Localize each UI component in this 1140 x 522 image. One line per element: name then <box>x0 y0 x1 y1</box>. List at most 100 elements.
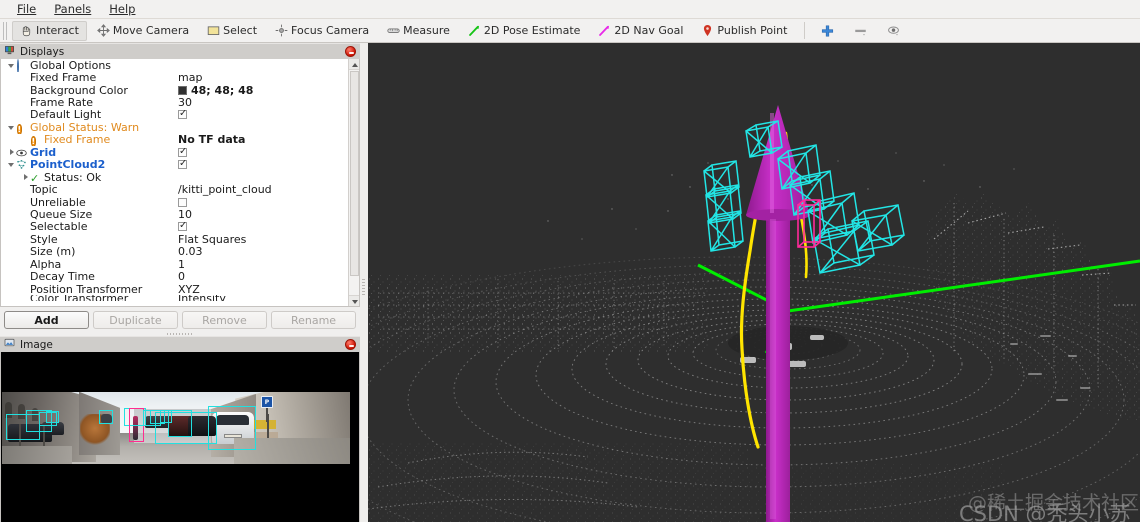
add-display-button[interactable]: Add <box>4 311 89 329</box>
display-row-value[interactable]: 0 <box>176 270 185 283</box>
chevron-down-icon[interactable] <box>7 123 16 132</box>
parking-sign-pole <box>266 408 268 422</box>
display-row[interactable]: Background Color 48; 48; 48 <box>1 84 348 97</box>
display-row-value[interactable]: Flat Squares <box>176 233 246 246</box>
checkbox-checked[interactable] <box>178 147 187 157</box>
display-row[interactable]: Topic/kitti_point_cloud <box>1 183 348 196</box>
display-row-value[interactable] <box>176 197 187 207</box>
display-row[interactable]: Grid <box>1 146 348 159</box>
value-text: No TF data <box>178 133 246 147</box>
checkbox-checked[interactable] <box>178 110 187 120</box>
tool-publish-point[interactable]: Publish Point <box>693 21 795 41</box>
menu-file-label: File <box>17 1 37 16</box>
display-row[interactable]: Size (m) 0.03 <box>1 245 348 258</box>
display-row-value[interactable]: XYZ <box>176 283 200 296</box>
image-close-icon[interactable] <box>345 339 356 350</box>
move-camera-icon <box>97 24 110 37</box>
toolbar-separator <box>804 22 806 39</box>
display-row[interactable]: Fixed Frame map <box>1 71 348 84</box>
detection-box <box>99 410 113 424</box>
display-row-label: Color Transformer <box>30 295 128 301</box>
scroll-down-icon[interactable] <box>349 295 359 306</box>
tool-select-label: Select <box>223 24 258 37</box>
menu-help[interactable]: Help <box>100 0 144 19</box>
displays-close-icon[interactable] <box>345 46 356 57</box>
pointcloud-icon <box>16 159 27 170</box>
remove-display-button[interactable]: Remove <box>182 311 267 329</box>
display-row[interactable]: Unreliable <box>1 196 348 209</box>
tool-move-camera[interactable]: Move Camera <box>89 21 197 41</box>
display-row[interactable]: ✓ Status: Ok <box>1 171 348 184</box>
displays-tree[interactable]: Global Options Fixed Frame map Background C… <box>1 59 348 306</box>
display-row[interactable]: Selectable <box>1 220 348 233</box>
color-swatch[interactable] <box>178 85 187 95</box>
chevron-right-icon[interactable] <box>21 173 30 182</box>
menu-help-label: Help <box>109 1 136 16</box>
3d-render-view[interactable]: @稀土掘金技术社区 CSDN @秃头小苏 <box>368 43 1140 522</box>
displays-tree-container[interactable]: Global Options Fixed Frame map Background C… <box>0 59 360 307</box>
tool-focus-camera-label: Focus Camera <box>291 24 370 37</box>
display-row-value[interactable]: 30 <box>176 96 192 109</box>
display-row-value[interactable]: 1 <box>176 258 185 271</box>
tool-select[interactable]: Select <box>199 21 265 41</box>
camera-scene: P <box>2 372 350 494</box>
display-row[interactable]: Alpha 1 <box>1 258 348 271</box>
value-text: 30 <box>178 96 192 110</box>
display-row-value[interactable] <box>176 110 187 120</box>
menu-panels[interactable]: Panels <box>45 0 100 19</box>
display-row-label: Decay Time <box>30 270 95 284</box>
display-row[interactable]: Queue Size 10 <box>1 208 348 221</box>
toolbar-drag-handle[interactable] <box>3 21 9 40</box>
remove-tool-button[interactable] <box>845 21 876 41</box>
display-row[interactable]: Style Flat Squares <box>1 233 348 246</box>
duplicate-display-button[interactable]: Duplicate <box>93 311 178 329</box>
tool-interact[interactable]: Interact <box>12 20 87 41</box>
display-row-label: Default Light <box>30 108 102 122</box>
tool-measure[interactable]: Measure <box>379 21 458 41</box>
display-row[interactable]: ! Fixed Frame No TF data <box>1 133 348 147</box>
detection-box <box>46 411 59 423</box>
display-row[interactable]: Color Transformer Intensity <box>1 295 348 301</box>
display-row-value[interactable] <box>176 222 187 232</box>
measure-icon <box>387 24 400 37</box>
image-view[interactable]: P <box>0 352 360 522</box>
display-row-value[interactable]: No TF data <box>176 133 245 146</box>
vertical-splitter[interactable] <box>360 43 368 522</box>
add-tool-button[interactable] <box>812 21 843 41</box>
display-row[interactable]: Global Options <box>1 59 348 72</box>
display-row-value[interactable] <box>176 147 187 157</box>
tool-properties-button[interactable] <box>878 21 909 41</box>
chevron-down-icon[interactable] <box>7 160 16 169</box>
tool-2d-nav-goal-label: 2D Nav Goal <box>614 24 684 37</box>
checkbox-checked[interactable] <box>178 222 187 232</box>
display-row-value[interactable] <box>176 160 187 170</box>
displays-scrollbar[interactable] <box>348 59 359 306</box>
checkbox-unchecked[interactable] <box>178 197 187 207</box>
display-row-value[interactable]: 0.03 <box>176 245 203 258</box>
display-row-value[interactable]: 10 <box>176 208 192 221</box>
display-row-value[interactable]: Intensity <box>176 295 226 301</box>
tool-2d-nav-goal[interactable]: 2D Nav Goal <box>590 21 691 41</box>
scrollbar-thumb[interactable] <box>350 71 359 276</box>
menu-file[interactable]: File <box>8 0 45 19</box>
tool-focus-camera[interactable]: Focus Camera <box>267 21 377 41</box>
checkbox-checked[interactable] <box>178 160 187 170</box>
rename-display-button[interactable]: Rename <box>271 311 356 329</box>
display-row[interactable]: Decay Time 0 <box>1 270 348 284</box>
display-row-value[interactable]: /kitti_point_cloud <box>176 183 272 196</box>
display-row[interactable]: PointCloud2 <box>1 158 348 171</box>
display-row-value[interactable]: map <box>176 71 202 84</box>
chevron-down-icon[interactable] <box>7 61 16 70</box>
image-panel-title: Image <box>20 338 53 351</box>
eye-icon <box>16 147 27 158</box>
display-row[interactable]: ! Global Status: Warn <box>1 121 348 134</box>
tool-2d-pose-estimate[interactable]: 2D Pose Estimate <box>460 21 589 41</box>
scroll-up-icon[interactable] <box>349 59 359 70</box>
display-row[interactable]: Position Transformer XYZ <box>1 283 348 296</box>
display-row[interactable]: Default Light <box>1 108 348 122</box>
chevron-right-icon[interactable] <box>7 148 16 157</box>
display-row-value[interactable]: 48; 48; 48 <box>176 84 253 97</box>
display-row[interactable]: Frame Rate 30 <box>1 96 348 109</box>
